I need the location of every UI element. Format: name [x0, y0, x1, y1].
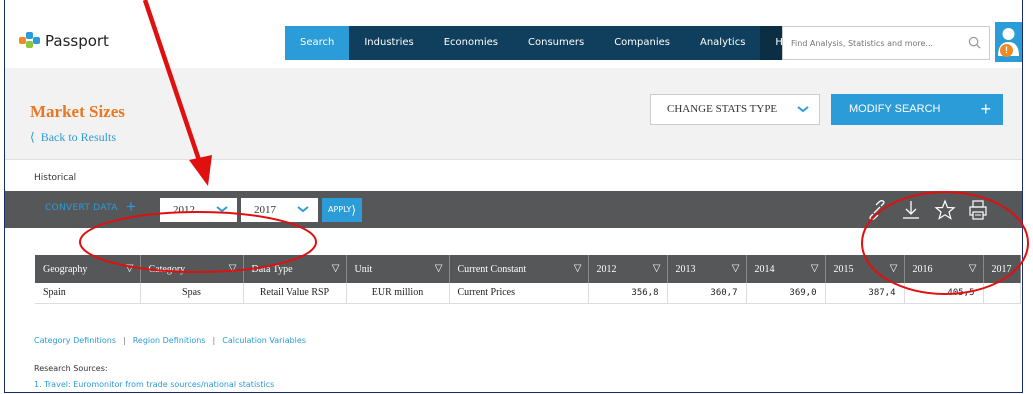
apply-label: APPLY — [328, 205, 352, 214]
category-definitions-link[interactable]: Category Definitions — [34, 336, 116, 345]
page-header: Market Sizes ⟨ Back to Results CHANGE STA… — [5, 68, 1022, 160]
cell-value-2017 — [983, 283, 1021, 304]
section-label: Historical — [34, 173, 77, 183]
filter-icon[interactable]: ▽ — [574, 263, 582, 274]
column-header-category[interactable]: Category ▽ — [140, 255, 244, 283]
search-icon[interactable] — [968, 36, 981, 49]
cell-unit: EUR million — [346, 283, 450, 304]
chevron-left-icon: ⟨ — [30, 130, 35, 144]
passport-window: Passport Search Industries Economies Con… — [4, 0, 1023, 393]
change-stats-type-select[interactable]: CHANGE STATS TYPE — [650, 94, 820, 125]
filter-icon[interactable]: ▽ — [126, 263, 134, 274]
passport-logo-icon — [19, 32, 41, 50]
column-header-geography[interactable]: Geography ▽ — [35, 255, 141, 283]
column-header-2012[interactable]: 2012 ▽ — [588, 255, 668, 283]
column-header-unit[interactable]: Unit ▽ — [346, 255, 450, 283]
column-header-2016[interactable]: 2016 ▽ — [904, 255, 984, 283]
calculation-variables-link[interactable]: Calculation Variables — [222, 336, 306, 345]
year-to-value: 2017 — [254, 204, 276, 216]
cell-current-constant: Current Prices — [449, 283, 589, 304]
nav-economies[interactable]: Economies — [429, 26, 513, 60]
filter-icon[interactable]: ▽ — [653, 263, 661, 274]
cell-geography: Spain — [35, 283, 141, 304]
data-toolbar: CONVERT DATA + 2012 2017 APPLY ⟩ — [5, 191, 1022, 228]
top-nav-bar: Passport Search Industries Economies Con… — [5, 18, 1022, 68]
research-sources-label: Research Sources: — [34, 364, 108, 373]
cell-value-2012: 356,8 — [588, 283, 668, 304]
star-icon[interactable] — [934, 199, 956, 221]
page-title: Market Sizes — [30, 102, 125, 121]
print-icon[interactable] — [967, 199, 989, 221]
nav-analytics[interactable]: Analytics — [685, 26, 760, 60]
nav-industries[interactable]: Industries — [349, 26, 428, 60]
cell-value-2016: 405,5 — [904, 283, 984, 304]
main-nav: Search Industries Economies Consumers Co… — [285, 26, 814, 60]
modify-search-button[interactable]: MODIFY SEARCH + — [831, 94, 1003, 125]
back-to-results-label: Back to Results — [40, 130, 117, 144]
separator: | — [212, 336, 216, 345]
notification-badge[interactable]: ! — [1000, 44, 1013, 57]
back-to-results-link[interactable]: ⟨ Back to Results — [30, 130, 116, 145]
cell-category: Spas — [140, 283, 244, 304]
column-header-current-constant[interactable]: Current Constant ▽ — [449, 255, 589, 283]
chevron-down-icon — [216, 206, 228, 213]
chevron-down-icon — [797, 106, 809, 113]
search-input[interactable] — [783, 27, 953, 59]
column-header-2013[interactable]: 2013 ▽ — [667, 255, 747, 283]
nav-search[interactable]: Search — [285, 26, 350, 60]
brand-name: Passport — [45, 32, 109, 50]
change-stats-type-label: CHANGE STATS TYPE — [667, 103, 778, 115]
filter-icon[interactable]: ▽ — [890, 263, 898, 274]
chevron-right-icon: ⟩ — [351, 203, 356, 217]
filter-icon[interactable]: ▽ — [811, 263, 819, 274]
passport-logo[interactable]: Passport — [19, 32, 109, 50]
column-header-2014[interactable]: 2014 ▽ — [746, 255, 826, 283]
filter-icon[interactable]: ▽ — [435, 263, 443, 274]
year-from-value: 2012 — [173, 204, 195, 216]
nav-companies[interactable]: Companies — [599, 26, 685, 60]
table-header-row: Geography ▽ Category ▽ Data Type ▽ Unit ▽ Cu… — [35, 255, 1021, 283]
download-icon[interactable] — [900, 199, 922, 221]
separator: | — [123, 336, 126, 345]
cell-value-2014: 369,0 — [746, 283, 826, 304]
cell-value-2013: 360,7 — [667, 283, 747, 304]
cell-value-2015: 387,4 — [825, 283, 905, 304]
table-row: Spain Spas Retail Value RSP EUR million … — [35, 283, 1021, 304]
filter-icon[interactable]: ▽ — [969, 263, 977, 274]
year-from-select[interactable]: 2012 — [160, 198, 237, 222]
filter-icon[interactable]: ▽ — [732, 263, 740, 274]
plus-icon[interactable]: + — [126, 197, 136, 217]
column-header-2015[interactable]: 2015 ▽ — [825, 255, 905, 283]
year-to-select[interactable]: 2017 — [241, 198, 318, 222]
chevron-down-icon — [297, 206, 309, 213]
research-source-link[interactable]: 1. Travel: Euromonitor from trade source… — [34, 380, 274, 389]
cell-data-type: Retail Value RSP — [243, 283, 347, 304]
apply-button[interactable]: APPLY ⟩ — [322, 198, 362, 222]
column-header-2017[interactable]: 2017 — [983, 255, 1021, 283]
market-size-table: Geography ▽ Category ▽ Data Type ▽ Unit ▽ Cu… — [35, 255, 1021, 304]
plus-icon: + — [980, 99, 991, 119]
filter-icon[interactable]: ▽ — [229, 263, 237, 274]
region-definitions-link[interactable]: Region Definitions — [133, 336, 206, 345]
column-header-data-type[interactable]: Data Type ▽ — [243, 255, 347, 283]
global-search — [782, 26, 990, 60]
definition-links: Category Definitions | Region Definitions |… — [34, 336, 306, 345]
modify-search-label: MODIFY SEARCH — [849, 103, 941, 115]
nav-consumers[interactable]: Consumers — [513, 26, 599, 60]
link-icon[interactable] — [866, 199, 888, 221]
filter-icon[interactable]: ▽ — [332, 263, 340, 274]
convert-data-button[interactable]: CONVERT DATA — [45, 203, 118, 213]
